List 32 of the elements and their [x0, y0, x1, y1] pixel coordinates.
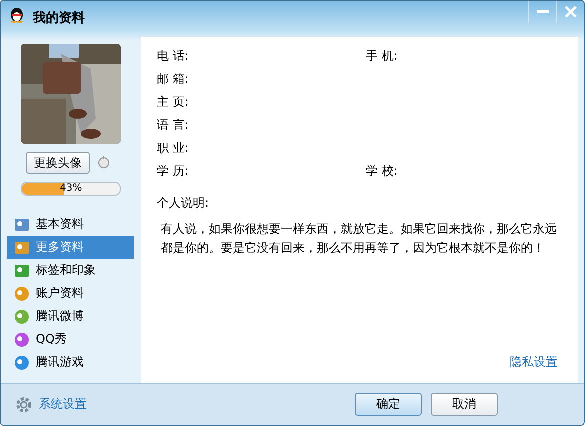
- field-label: 职 业:: [157, 140, 190, 157]
- contact-card-icon: [14, 216, 30, 232]
- close-icon: [564, 6, 576, 18]
- sidebar-item[interactable]: QQ秀: [7, 328, 134, 351]
- change-avatar-button[interactable]: 更换头像: [26, 152, 90, 174]
- sidebar-item[interactable]: 腾讯微博: [7, 305, 134, 328]
- penguin-icon: [9, 5, 25, 23]
- field-label: 语 言:: [157, 117, 190, 134]
- field-label: 电 话:: [157, 48, 190, 65]
- system-settings-link[interactable]: 系统设置: [39, 396, 346, 413]
- circle-icon: [14, 332, 30, 348]
- field-label: 主 页:: [157, 94, 190, 111]
- ok-button[interactable]: 确定: [355, 393, 422, 416]
- personal-note: 有人说，如果你很想要一样东西，就放它走。如果它回来找你，那么它永远都是你的。要是它没有回来，那么不用再等了，因为它根本就不是你的！: [161, 221, 558, 257]
- sidebar-item[interactable]: 基本资料: [7, 213, 134, 236]
- sidebar-item[interactable]: 更多资料: [7, 236, 134, 259]
- window-title: 我的资料: [33, 10, 86, 27]
- gear-icon[interactable]: [15, 396, 33, 414]
- cancel-button[interactable]: 取消: [431, 393, 498, 416]
- sidebar-item[interactable]: 标签和印象: [7, 259, 134, 282]
- field-label: 学 历:: [157, 163, 190, 180]
- person-icon: [14, 262, 30, 278]
- privacy-settings-link[interactable]: 隐私设置: [510, 354, 558, 371]
- minimize-icon: [536, 10, 548, 14]
- circle-icon: [14, 354, 30, 370]
- sidebar-item[interactable]: 腾讯游戏: [7, 351, 134, 374]
- sidebar-item[interactable]: 账户资料: [7, 282, 134, 305]
- field-label: 学 校:: [366, 163, 399, 180]
- field-label: 手 机:: [366, 48, 399, 65]
- field-label: 邮 箱:: [157, 71, 190, 88]
- circle-icon: [14, 308, 30, 324]
- note-label: 个人说明:: [157, 195, 210, 212]
